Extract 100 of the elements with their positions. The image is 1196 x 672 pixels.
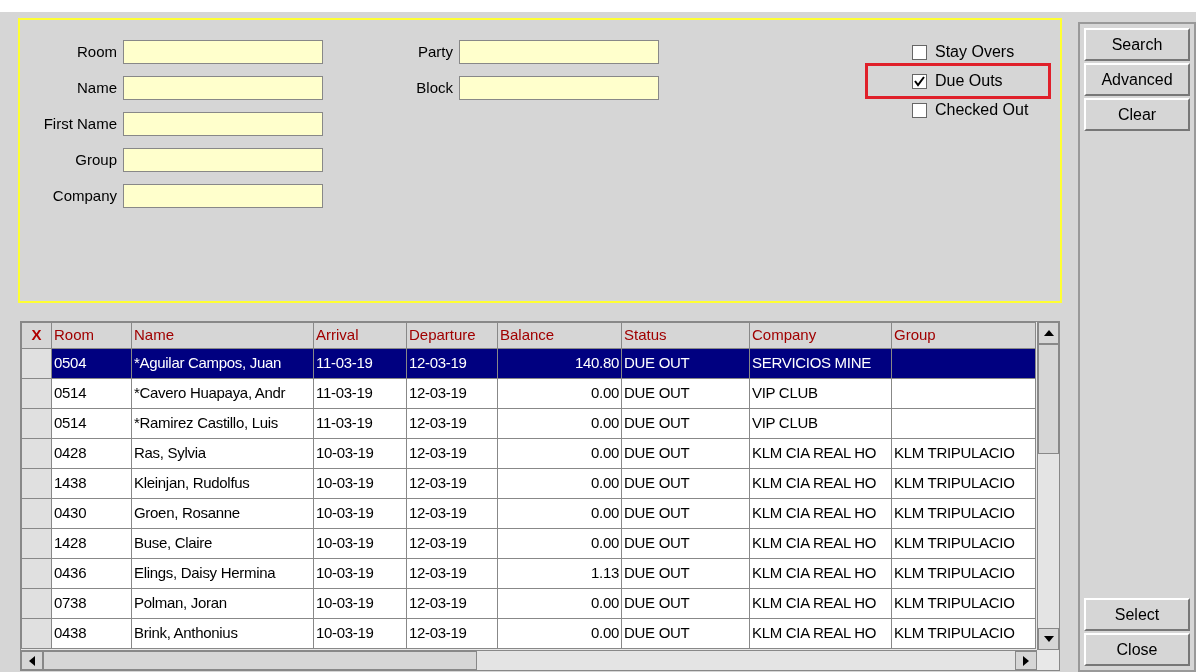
table-cell: 0.00 <box>497 618 622 649</box>
row-header[interactable] <box>21 498 52 529</box>
table-cell: 12-03-19 <box>406 588 498 619</box>
table-cell: 0.00 <box>497 438 622 469</box>
checkbox-label: Stay Overs <box>935 42 1015 62</box>
checkbox-label: Checked Out <box>935 100 1029 120</box>
table-cell: KLM CIA REAL HO <box>749 558 892 589</box>
input-field[interactable] <box>123 184 323 208</box>
table-cell: DUE OUT <box>621 498 750 529</box>
table-cell: KLM TRIPULACIO <box>891 438 1036 469</box>
table-cell: KLM CIA REAL HO <box>749 438 892 469</box>
action-button[interactable]: Close <box>1084 633 1190 666</box>
table-cell: 0504 <box>51 348 132 379</box>
table-cell: 10-03-19 <box>313 588 407 619</box>
table-cell: VIP CLUB <box>749 378 892 409</box>
field-label: First Name <box>42 113 117 134</box>
table-cell: 0.00 <box>497 528 622 559</box>
table-cell: 12-03-19 <box>406 408 498 439</box>
row-header[interactable] <box>21 558 52 589</box>
field-label: Company <box>51 185 117 206</box>
table-cell: *Aguilar Campos, Juan <box>131 348 314 379</box>
table-cell: DUE OUT <box>621 438 750 469</box>
action-button[interactable]: Search <box>1084 28 1190 61</box>
field-label: Room <box>76 41 117 62</box>
scroll-thumb[interactable] <box>1038 344 1059 454</box>
row-header[interactable] <box>21 468 52 499</box>
table-cell: DUE OUT <box>621 558 750 589</box>
row-header[interactable] <box>21 348 52 379</box>
scroll-left-icon[interactable] <box>21 651 43 670</box>
table-cell: Buse, Claire <box>131 528 314 559</box>
column-header[interactable]: Balance <box>497 322 622 349</box>
checkbox-label: Due Outs <box>935 71 1003 91</box>
input-field[interactable] <box>459 40 659 64</box>
scroll-down-icon[interactable] <box>1038 628 1059 650</box>
table-cell: 12-03-19 <box>406 378 498 409</box>
column-header[interactable]: X <box>21 322 52 349</box>
input-field[interactable] <box>123 148 323 172</box>
table-cell: DUE OUT <box>621 468 750 499</box>
row-header[interactable] <box>21 528 52 559</box>
table-cell: KLM CIA REAL HO <box>749 618 892 649</box>
column-header[interactable]: Company <box>749 322 892 349</box>
table-cell: 0430 <box>51 498 132 529</box>
action-button[interactable]: Select <box>1084 598 1190 631</box>
column-header[interactable]: Group <box>891 322 1036 349</box>
table-cell: DUE OUT <box>621 348 750 379</box>
table-cell: 0514 <box>51 378 132 409</box>
table-cell: 0.00 <box>497 378 622 409</box>
input-field[interactable] <box>459 76 659 100</box>
action-button[interactable]: Advanced <box>1084 63 1190 96</box>
table-cell: 12-03-19 <box>406 528 498 559</box>
column-header[interactable]: Departure <box>406 322 498 349</box>
table-cell: DUE OUT <box>621 588 750 619</box>
input-field[interactable] <box>123 112 323 136</box>
scroll-thumb[interactable] <box>43 651 477 670</box>
table-cell: 11-03-19 <box>313 408 407 439</box>
table-cell: DUE OUT <box>621 528 750 559</box>
table-cell: 10-03-19 <box>313 528 407 559</box>
input-field[interactable] <box>123 76 323 100</box>
field-label: Block <box>415 77 453 98</box>
vertical-scrollbar[interactable] <box>1037 322 1059 650</box>
table-cell: 12-03-19 <box>406 618 498 649</box>
table-cell: VIP CLUB <box>749 408 892 439</box>
horizontal-scrollbar[interactable] <box>21 650 1037 670</box>
field-label: Group <box>74 149 117 170</box>
table-cell: KLM CIA REAL HO <box>749 468 892 499</box>
table-cell: KLM TRIPULACIO <box>891 618 1036 649</box>
row-header[interactable] <box>21 408 52 439</box>
table-cell: 10-03-19 <box>313 498 407 529</box>
field-label: Name <box>76 77 117 98</box>
input-field[interactable] <box>123 40 323 64</box>
table-cell: *Ramirez Castillo, Luis <box>131 408 314 439</box>
table-cell: 11-03-19 <box>313 348 407 379</box>
row-header[interactable] <box>21 378 52 409</box>
table-cell: 0514 <box>51 408 132 439</box>
scroll-up-icon[interactable] <box>1038 322 1059 344</box>
row-header[interactable] <box>21 588 52 619</box>
row-header[interactable] <box>21 438 52 469</box>
table-cell: KLM CIA REAL HO <box>749 498 892 529</box>
table-cell: DUE OUT <box>621 378 750 409</box>
table-cell: DUE OUT <box>621 618 750 649</box>
table-cell: Brink, Anthonius <box>131 618 314 649</box>
table-cell: KLM TRIPULACIO <box>891 498 1036 529</box>
table-cell: KLM TRIPULACIO <box>891 558 1036 589</box>
table-cell: DUE OUT <box>621 408 750 439</box>
column-header[interactable]: Room <box>51 322 132 349</box>
table-cell: 12-03-19 <box>406 498 498 529</box>
column-header[interactable]: Status <box>621 322 750 349</box>
table-cell: Kleinjan, Rudolfus <box>131 468 314 499</box>
table-cell: 10-03-19 <box>313 558 407 589</box>
action-button[interactable]: Clear <box>1084 98 1190 131</box>
field-label: Party <box>417 41 453 62</box>
scroll-right-icon[interactable] <box>1015 651 1037 670</box>
table-cell: *Cavero Huapaya, Andr <box>131 378 314 409</box>
column-header[interactable]: Arrival <box>313 322 407 349</box>
column-header[interactable]: Name <box>131 322 314 349</box>
table-cell: 0438 <box>51 618 132 649</box>
table-cell: KLM CIA REAL HO <box>749 588 892 619</box>
table-cell: 12-03-19 <box>406 558 498 589</box>
table-cell: 140.80 <box>497 348 622 379</box>
table-cell: 12-03-19 <box>406 348 498 379</box>
